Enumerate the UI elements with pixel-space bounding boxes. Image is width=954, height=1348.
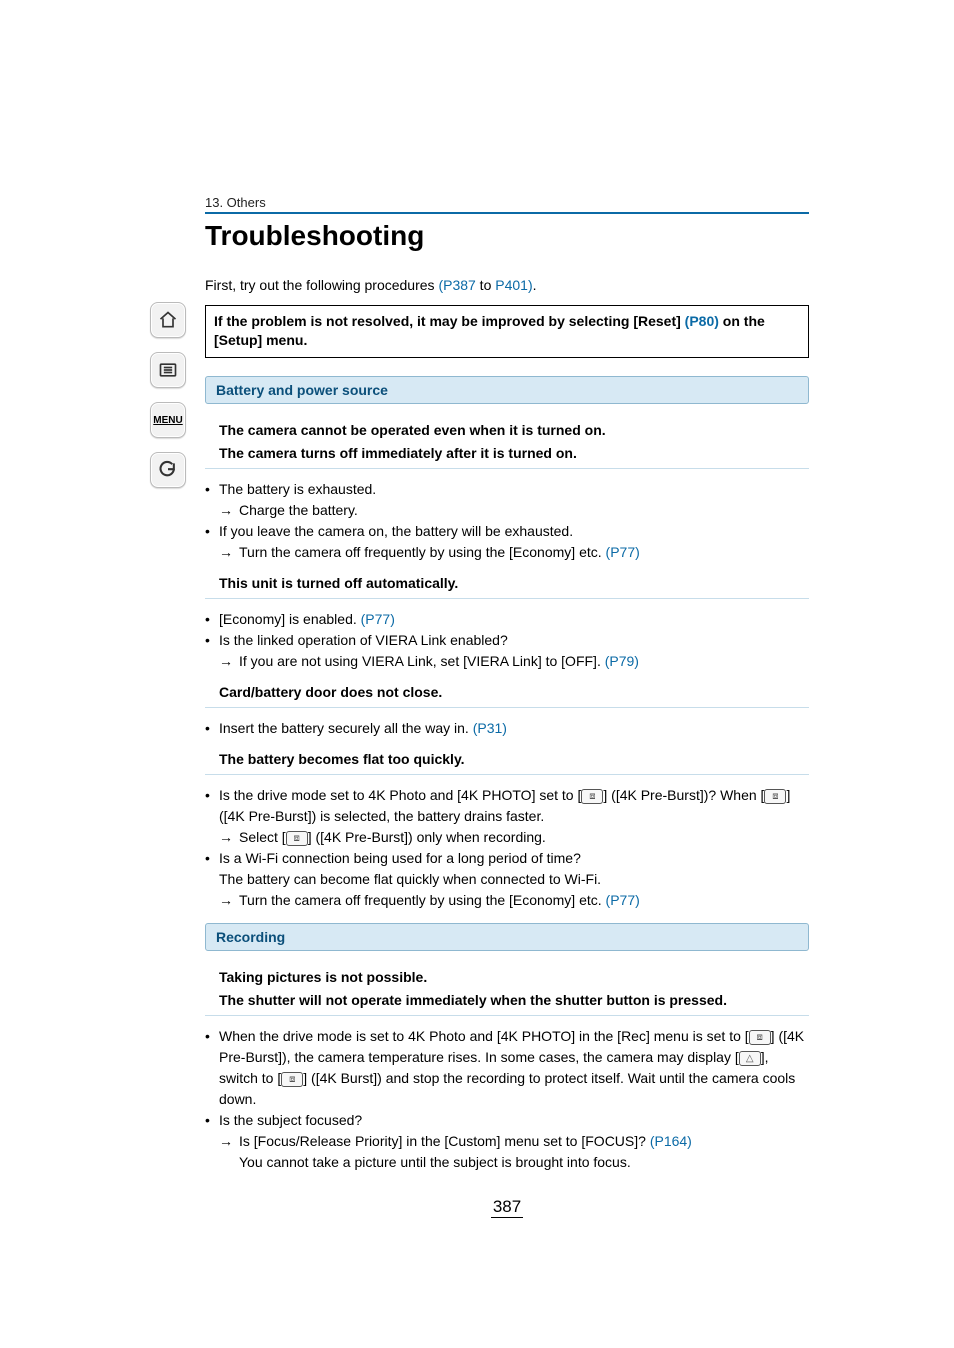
- link-p79[interactable]: (P79): [605, 653, 639, 669]
- back-icon: [158, 460, 178, 480]
- issue-title: The battery becomes flat too quickly.: [205, 749, 809, 770]
- issue-title: Taking pictures is not possible.: [205, 967, 809, 988]
- section-divider: [205, 212, 809, 214]
- issue-title: Card/battery door does not close.: [205, 682, 809, 703]
- bullet-list: [Economy] is enabled. (P77) Is the linke…: [205, 609, 809, 672]
- issue-title: The camera cannot be operated even when …: [205, 420, 809, 441]
- menu-label: MENU: [153, 415, 182, 426]
- link-p387[interactable]: (P387: [438, 277, 475, 293]
- reset-note-box: If the problem is not resolved, it may b…: [205, 305, 809, 358]
- link-p77[interactable]: (P77): [606, 892, 640, 908]
- issue-divider: [205, 774, 809, 775]
- link-p164[interactable]: (P164): [650, 1133, 692, 1149]
- warning-icon: △: [739, 1051, 761, 1066]
- heading-battery: Battery and power source: [205, 376, 809, 404]
- 4k-preburst-icon: ⧈: [581, 789, 603, 804]
- bullet-list: The battery is exhausted. Charge the bat…: [205, 479, 809, 563]
- page-number: 387: [205, 1197, 809, 1217]
- menu-button[interactable]: MENU: [150, 402, 186, 438]
- issue-divider: [205, 598, 809, 599]
- issue-title: This unit is turned off automatically.: [205, 573, 809, 594]
- section-label: 13. Others: [205, 195, 809, 210]
- 4k-preburst-icon: ⧈: [764, 789, 786, 804]
- heading-recording: Recording: [205, 923, 809, 951]
- sidebar: MENU: [149, 302, 187, 488]
- bullet-list: When the drive mode is set to 4K Photo a…: [205, 1026, 809, 1173]
- page: MENU 13. Others Troubleshooting First, t…: [0, 0, 954, 1348]
- issue-title: The camera turns off immediately after i…: [205, 443, 809, 464]
- list-icon: [158, 360, 178, 380]
- home-button[interactable]: [150, 302, 186, 338]
- intro-paragraph: First, try out the following procedures …: [205, 276, 809, 295]
- 4k-preburst-icon: ⧈: [749, 1030, 771, 1045]
- page-title: Troubleshooting: [205, 220, 809, 252]
- 4k-preburst-icon: ⧈: [286, 831, 308, 846]
- back-button[interactable]: [150, 452, 186, 488]
- bullet-list: Is the drive mode set to 4K Photo and [4…: [205, 785, 809, 911]
- issue-divider: [205, 1015, 809, 1016]
- link-p401[interactable]: P401): [495, 277, 532, 293]
- sub-text: You cannot take a picture until the subj…: [205, 1152, 809, 1173]
- link-p77[interactable]: (P77): [606, 544, 640, 560]
- home-icon: [158, 310, 178, 330]
- issue-divider: [205, 468, 809, 469]
- link-p77[interactable]: (P77): [361, 611, 395, 627]
- sub-text: The battery can become flat quickly when…: [205, 869, 809, 890]
- content: 13. Others Troubleshooting First, try ou…: [205, 195, 809, 1217]
- contents-button[interactable]: [150, 352, 186, 388]
- bullet-list: Insert the battery securely all the way …: [205, 718, 809, 739]
- link-p80[interactable]: (P80): [685, 313, 719, 329]
- issue-divider: [205, 707, 809, 708]
- link-p31[interactable]: (P31): [473, 720, 507, 736]
- 4k-burst-icon: ⧈: [281, 1072, 303, 1087]
- issue-title: The shutter will not operate immediately…: [205, 990, 809, 1011]
